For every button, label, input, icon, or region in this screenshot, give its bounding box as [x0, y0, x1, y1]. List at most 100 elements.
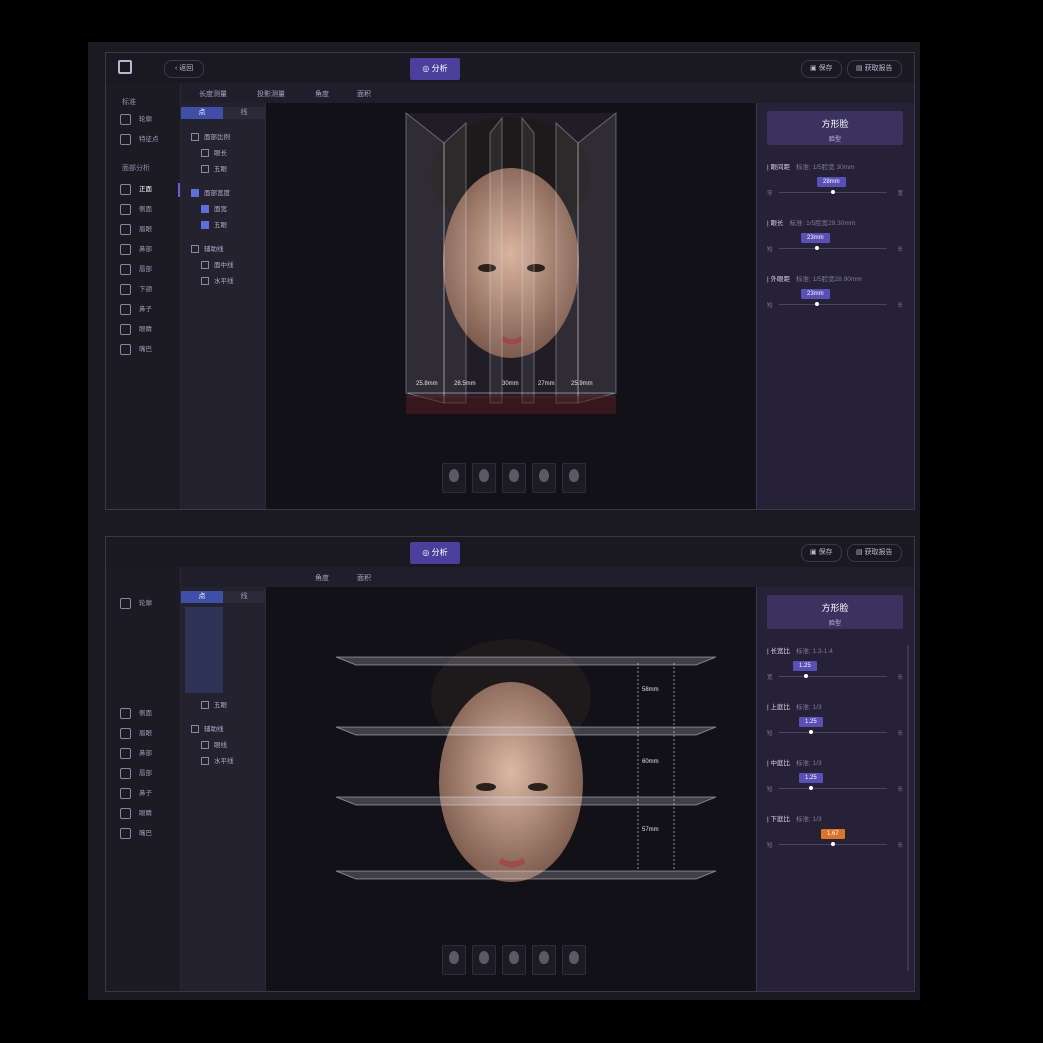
- checkbox[interactable]: [201, 149, 209, 158]
- nose-icon: [120, 787, 131, 799]
- checkbox-checked[interactable]: [191, 189, 199, 198]
- nav-item-mouth[interactable]: 嘴巴: [120, 827, 176, 841]
- nav-item-lips[interactable]: 唇部: [120, 767, 176, 781]
- nav-item-brow-eye[interactable]: 眉眼: [120, 223, 176, 237]
- jaw-icon: [120, 283, 131, 295]
- nav-item-side[interactable]: 侧面: [120, 203, 176, 217]
- home-icon[interactable]: [118, 60, 132, 74]
- nav-item-front[interactable]: 正面: [120, 183, 180, 197]
- thumb-front[interactable]: [502, 463, 526, 493]
- scrollbar[interactable]: [907, 645, 909, 971]
- nav-item-lips[interactable]: 唇部: [120, 263, 176, 277]
- nav-item-eyes[interactable]: 眼睛: [120, 323, 176, 337]
- checkbox[interactable]: [201, 757, 209, 766]
- slider-track[interactable]: [779, 732, 887, 733]
- face-canvas[interactable]: 25.8mm 28.5mm 30mm 27mm 25.9mm: [266, 103, 756, 509]
- option-midline[interactable]: 面中线: [201, 259, 234, 270]
- thumb-left-45[interactable]: [472, 463, 496, 493]
- nav-item-nose-area[interactable]: 鼻部: [120, 747, 176, 761]
- option-eye-line[interactable]: 眼线: [201, 739, 227, 750]
- tool-projection[interactable]: 投影测量: [257, 89, 285, 99]
- option-eye-length[interactable]: 眼长: [201, 147, 227, 158]
- report-button[interactable]: ▤ 获取报告: [847, 60, 902, 78]
- tool-area[interactable]: 面积: [357, 573, 371, 583]
- thumb-front[interactable]: [502, 945, 526, 975]
- thumb-left-45[interactable]: [472, 945, 496, 975]
- thumb-right-45[interactable]: [532, 945, 556, 975]
- nav-item-eyes[interactable]: 眼睛: [120, 807, 176, 821]
- save-button[interactable]: ▣ 保存: [801, 544, 842, 562]
- nav-item-landmarks[interactable]: 特征点: [120, 133, 176, 147]
- tool-area[interactable]: 面积: [357, 89, 371, 99]
- option-horizontal[interactable]: 水平线: [201, 755, 234, 766]
- checkbox[interactable]: [201, 701, 209, 710]
- slider-track[interactable]: [779, 788, 887, 789]
- nav-item-contour[interactable]: 轮廓: [120, 597, 176, 611]
- slider-knob[interactable]: [814, 302, 819, 306]
- face-canvas[interactable]: 58mm 60mm 57mm: [266, 587, 756, 991]
- options-panel: 点 线 面部比例 眼长 五眼 面部宽度 面宽 五眼 辅助线 面中线 水平线: [181, 103, 266, 509]
- nav-item-jaw[interactable]: 下颌: [120, 283, 176, 297]
- nav-item-nose-area[interactable]: 鼻部: [120, 243, 176, 257]
- tool-length[interactable]: 长度测量: [199, 89, 227, 99]
- thumb-left-profile[interactable]: [442, 463, 466, 493]
- option-guides[interactable]: 辅助线: [191, 243, 224, 254]
- slider-knob[interactable]: [809, 730, 814, 734]
- checkbox-checked[interactable]: [201, 221, 209, 230]
- report-button[interactable]: ▤ 获取报告: [847, 544, 902, 562]
- checkbox-checked[interactable]: [201, 205, 209, 214]
- slider-track[interactable]: [779, 304, 887, 305]
- option-face-width-sub[interactable]: 面宽: [201, 203, 227, 214]
- slider-track[interactable]: [779, 676, 887, 677]
- option-five-eyes[interactable]: 五眼: [201, 163, 227, 174]
- thumb-right-profile[interactable]: [562, 945, 586, 975]
- slider-track[interactable]: [779, 248, 887, 249]
- left-nav: 轮廓 侧面 眉眼 鼻部 唇部 鼻子 眼睛 嘴巴: [106, 567, 181, 991]
- checkbox[interactable]: [191, 725, 199, 734]
- checkbox[interactable]: [191, 133, 199, 142]
- checkbox[interactable]: [201, 277, 209, 286]
- checkbox[interactable]: [201, 741, 209, 750]
- option-face-width[interactable]: 面部宽度: [191, 187, 230, 198]
- slider-knob[interactable]: [831, 842, 835, 846]
- checkbox[interactable]: [191, 245, 199, 254]
- seg-point[interactable]: 点: [181, 591, 223, 603]
- nav-item-nose[interactable]: 鼻子: [120, 787, 176, 801]
- option-face-ratio[interactable]: 面部比例: [191, 131, 230, 142]
- nav-item-brow-eye[interactable]: 眉眼: [120, 727, 176, 741]
- tool-angle[interactable]: 角度: [315, 89, 329, 99]
- nav-item-side[interactable]: 侧面: [120, 707, 176, 721]
- tab-4[interactable]: [572, 542, 622, 564]
- tab-2[interactable]: [464, 542, 514, 564]
- tab-analysis[interactable]: ◎ 分析: [410, 58, 460, 80]
- metric-standard: 标准: 1/3: [796, 760, 822, 767]
- slider-knob[interactable]: [804, 674, 808, 678]
- option-five-eyes-sub[interactable]: 五眼: [201, 219, 227, 230]
- tab-3[interactable]: [518, 542, 568, 564]
- checkbox[interactable]: [201, 261, 209, 270]
- thumb-right-45[interactable]: [532, 463, 556, 493]
- options-panel: 点 线 五眼 辅助线 眼线 水平线: [181, 587, 266, 991]
- tool-angle[interactable]: 角度: [315, 573, 329, 583]
- seg-point[interactable]: 点: [181, 107, 223, 119]
- nav-item-contour[interactable]: 轮廓: [120, 113, 176, 127]
- checkbox[interactable]: [201, 165, 209, 174]
- thumb-left-profile[interactable]: [442, 945, 466, 975]
- tab-3[interactable]: [518, 58, 568, 80]
- seg-line[interactable]: 线: [223, 591, 265, 603]
- option-horizontal[interactable]: 水平线: [201, 275, 234, 286]
- nav-item-nose[interactable]: 鼻子: [120, 303, 176, 317]
- slider-knob[interactable]: [831, 190, 835, 194]
- tab-4[interactable]: [572, 58, 622, 80]
- option-five-eyes[interactable]: 五眼: [201, 699, 227, 710]
- save-button[interactable]: ▣ 保存: [801, 60, 842, 78]
- slider-knob[interactable]: [814, 246, 819, 250]
- thumb-right-profile[interactable]: [562, 463, 586, 493]
- tab-2[interactable]: [464, 58, 514, 80]
- slider-knob[interactable]: [809, 786, 814, 790]
- seg-line[interactable]: 线: [223, 107, 265, 119]
- tab-analysis[interactable]: ◎ 分析: [410, 542, 460, 564]
- back-button[interactable]: ‹ 返回: [164, 60, 205, 78]
- option-guides[interactable]: 辅助线: [191, 723, 224, 734]
- nav-item-mouth[interactable]: 嘴巴: [120, 343, 176, 357]
